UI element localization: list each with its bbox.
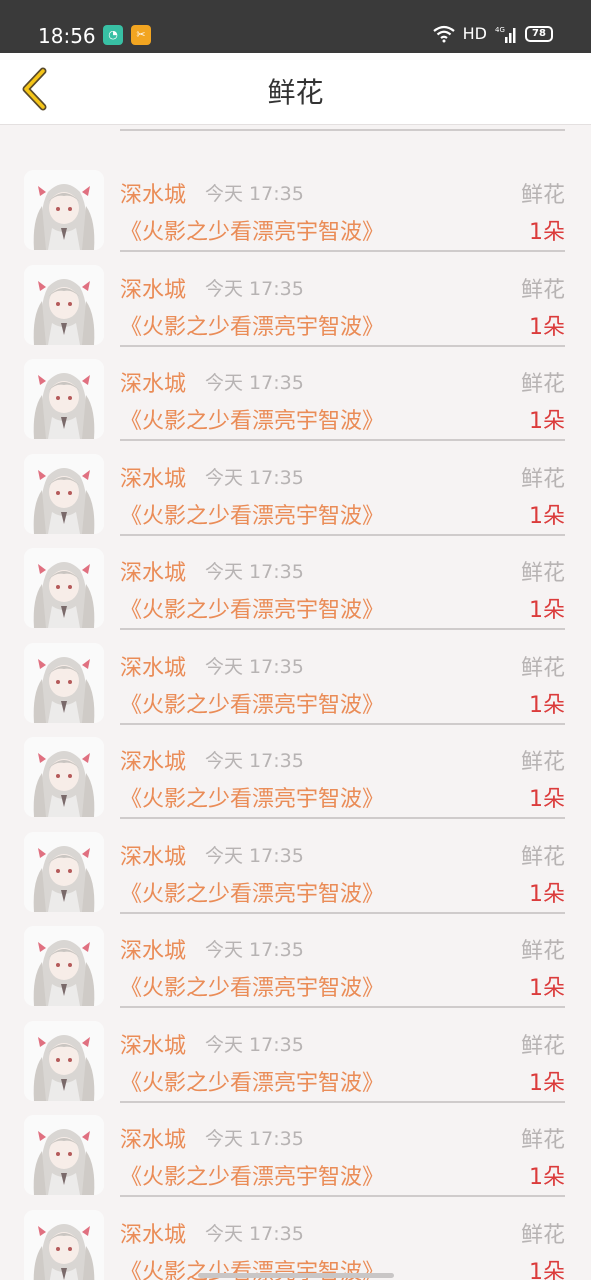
anime-avatar-icon: [24, 1115, 104, 1195]
avatar[interactable]: [24, 548, 104, 628]
status-bar: 18:56 ◔ ✂ HD 4G 78: [0, 0, 591, 53]
anime-avatar-icon: [24, 170, 104, 250]
list-item[interactable]: 深水城 今天 17:35 鲜花 《火影之少看漂亮宇智波》 1朵: [0, 241, 591, 347]
sender-name[interactable]: 深水城: [120, 1217, 186, 1249]
anime-avatar-icon: [24, 453, 104, 534]
anime-avatar-icon: [24, 1209, 104, 1280]
wifi-icon: [432, 25, 455, 43]
gift-type: 鲜花: [520, 277, 565, 303]
sender-name[interactable]: 深水城: [120, 555, 186, 587]
gift-type: 鲜花: [520, 750, 565, 775]
list-item[interactable]: 深水城 今天 17:35 鲜花 《火影之少看漂亮宇智波》 1朵: [0, 1091, 591, 1197]
avatar[interactable]: [24, 170, 104, 250]
page-title: 鲜花: [267, 76, 324, 109]
gift-type: 鲜花: [520, 372, 565, 397]
avatar[interactable]: [24, 359, 104, 439]
avatar[interactable]: [24, 453, 104, 534]
item-divider: [120, 129, 565, 131]
avatar[interactable]: [24, 1115, 104, 1195]
sender-name[interactable]: 深水城: [120, 1028, 186, 1060]
status-time: 18:56: [38, 24, 96, 48]
gift-type: 鲜花: [520, 844, 565, 870]
sender-name[interactable]: 深水城: [120, 461, 186, 493]
sender-name[interactable]: 深水城: [120, 839, 186, 871]
gift-type: 鲜花: [520, 561, 565, 586]
avatar[interactable]: [24, 1020, 104, 1101]
sender-name[interactable]: 深水城: [120, 1122, 186, 1154]
status-icons: HD 4G 78: [432, 24, 553, 43]
network-type: HD: [462, 24, 487, 43]
chat-app-notification-icon: ◔: [103, 25, 123, 45]
list-item[interactable]: 深水城 今天 17:35 鲜花 《火影之少看漂亮宇智波》 1朵: [0, 713, 591, 819]
flower-record-list[interactable]: 深水城 今天 17:35 鲜花 《火影之少看漂亮宇智波》 1朵 深水城 今天 1…: [0, 125, 591, 1280]
list-item[interactable]: 深水城 今天 17:35 鲜花 《火影之少看漂亮宇智波》 1朵: [0, 808, 591, 914]
list-item[interactable]: 深水城 今天 17:35 鲜花 《火影之少看漂亮宇智波》 1朵: [0, 1186, 591, 1280]
gift-type: 鲜花: [520, 466, 565, 492]
gift-time: 今天 17:35: [205, 1222, 304, 1245]
avatar[interactable]: [24, 1209, 104, 1280]
list-item[interactable]: 深水城 今天 17:35 鲜花 《火影之少看漂亮宇智波》 1朵: [0, 619, 591, 725]
sender-name[interactable]: 深水城: [120, 177, 186, 209]
list-item[interactable]: 深水城 今天 17:35 鲜花 《火影之少看漂亮宇智波》 1朵: [0, 146, 591, 252]
anime-avatar-icon: [24, 926, 104, 1006]
list-item[interactable]: 深水城 今天 17:35 鲜花 《火影之少看漂亮宇智波》 1朵: [0, 902, 591, 1008]
anime-avatar-icon: [24, 831, 104, 912]
gift-time: 今天 17:35: [205, 1033, 304, 1056]
battery-indicator: 78: [525, 25, 553, 42]
gift-type: 鲜花: [520, 1128, 565, 1153]
gift-time: 今天 17:35: [205, 372, 304, 394]
page-header: 鲜花: [0, 53, 591, 125]
signal-label: 4G: [495, 26, 505, 34]
avatar[interactable]: [24, 737, 104, 817]
gift-type: 鲜花: [520, 655, 565, 681]
sender-name[interactable]: 深水城: [120, 933, 186, 965]
list-item[interactable]: 深水城 今天 17:35 鲜花 《火影之少看漂亮宇智波》 1朵: [0, 997, 591, 1103]
gift-time: 今天 17:35: [205, 277, 304, 300]
gift-time: 今天 17:35: [205, 561, 304, 583]
list-item[interactable]: 深水城 今天 17:35 鲜花 《火影之少看漂亮宇智波》 1朵: [0, 335, 591, 441]
anime-avatar-icon: [24, 548, 104, 628]
list-item[interactable]: 深水城 今天 17:35 鲜花 《火影之少看漂亮宇智波》 1朵: [0, 430, 591, 536]
anime-avatar-icon: [24, 642, 104, 723]
sender-name[interactable]: 深水城: [120, 744, 186, 776]
gift-type: 鲜花: [520, 183, 565, 208]
sender-name[interactable]: 深水城: [120, 366, 186, 398]
gift-time: 今天 17:35: [205, 1128, 304, 1150]
list-item-partial: [0, 125, 591, 135]
gift-time: 今天 17:35: [205, 466, 304, 489]
avatar[interactable]: [24, 264, 104, 345]
cellular-signal-icon: 4G: [495, 25, 517, 43]
gift-quantity: 1朵: [529, 1259, 565, 1280]
tools-app-notification-icon: ✂: [131, 25, 151, 45]
avatar[interactable]: [24, 642, 104, 723]
home-indicator: [198, 1273, 394, 1278]
gift-time: 今天 17:35: [205, 750, 304, 772]
sender-name[interactable]: 深水城: [120, 650, 186, 682]
avatar[interactable]: [24, 831, 104, 912]
anime-avatar-icon: [24, 737, 104, 817]
anime-avatar-icon: [24, 359, 104, 439]
anime-avatar-icon: [24, 1020, 104, 1101]
avatar[interactable]: [24, 926, 104, 1006]
gift-time: 今天 17:35: [205, 655, 304, 678]
gift-time: 今天 17:35: [205, 183, 304, 205]
gift-type: 鲜花: [520, 1033, 565, 1059]
gift-type: 鲜花: [520, 1222, 565, 1248]
gift-time: 今天 17:35: [205, 939, 304, 961]
gift-time: 今天 17:35: [205, 844, 304, 867]
anime-avatar-icon: [24, 264, 104, 345]
list-item[interactable]: 深水城 今天 17:35 鲜花 《火影之少看漂亮宇智波》 1朵: [0, 524, 591, 630]
sender-name[interactable]: 深水城: [120, 272, 186, 304]
gift-type: 鲜花: [520, 939, 565, 964]
